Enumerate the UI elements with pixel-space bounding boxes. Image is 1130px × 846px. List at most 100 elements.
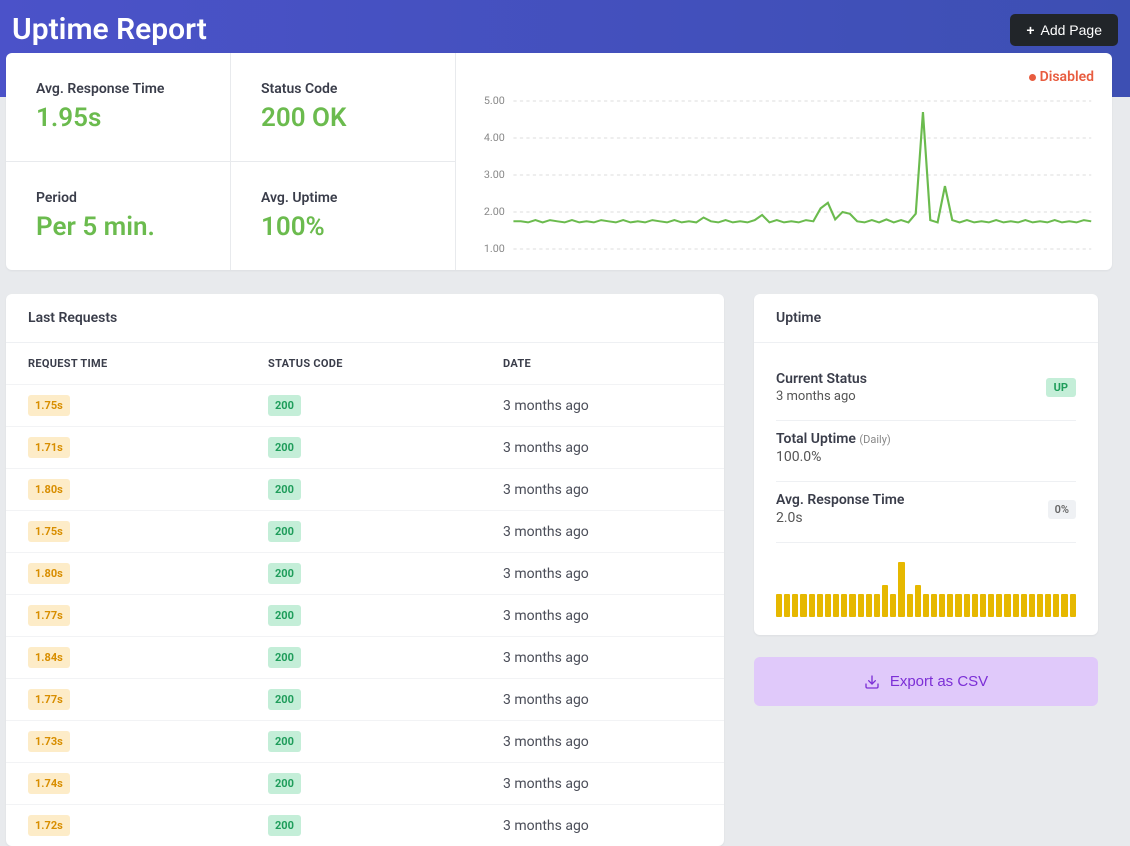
bar [898,562,904,617]
bar [809,594,815,617]
stat-label: Status Code [261,81,425,97]
plus-icon: + [1026,22,1034,38]
stat-value: 1.95s [36,103,200,133]
stat-value: Per 5 min. [36,212,200,242]
uptime-title: Uptime [754,294,1098,343]
table-row[interactable]: 1.84s 200 3 months ago [6,636,724,678]
bar [996,594,1002,617]
request-date: 3 months ago [503,650,702,666]
request-time-pill: 1.72s [28,815,70,836]
bar [874,594,880,617]
bar [923,594,929,617]
status-code-pill: 200 [268,521,301,542]
stat-value: 100% [261,212,425,242]
request-time-pill: 1.74s [28,773,70,794]
stat-label: Avg. Response Time [36,81,200,97]
export-label: Export as CSV [890,673,988,690]
bar [776,594,782,617]
request-date: 3 months ago [503,566,702,582]
bar [947,594,953,617]
table-row[interactable]: 1.72s2003 months ago [6,804,724,846]
uptime-current-status: Current Status 3 months ago UP [776,361,1076,421]
request-time-pill: 1.80s [28,563,70,584]
status-code-pill: 200 [268,647,301,668]
request-time-pill: 1.73s [28,731,70,752]
stats-grid: Avg. Response Time 1.95s Status Code 200… [6,53,456,270]
current-status-sub: 3 months ago [776,389,867,404]
right-column: Uptime Current Status 3 months ago UP To… [754,294,1098,846]
bar [800,594,806,617]
table-body: 1.75s2003 months ago 1.71s 200 3 months ago… [6,384,724,846]
bar [1037,594,1043,617]
table-row[interactable]: 1.73s 200 3 months ago [6,720,724,762]
status-code-pill: 200 [268,773,301,794]
table-header: REQUEST TIME STATUS CODE DATE [6,343,724,384]
export-csv-button[interactable]: Export as CSV [754,657,1098,706]
request-time-pill: 1.77s [28,689,70,710]
uptime-body: Current Status 3 months ago UP Total Upt… [754,343,1098,635]
bar [1053,594,1059,617]
bar [972,594,978,617]
avg-response-value: 2.0s [776,510,904,526]
status-code-pill: 200 [268,731,301,752]
request-time-pill: 1.71s [28,437,70,458]
request-date: 3 months ago [503,482,702,498]
bar [955,594,961,617]
request-date: 3 months ago [503,734,702,750]
stat-avg-response: Avg. Response Time 1.95s [6,53,231,162]
add-page-button[interactable]: + Add Page [1010,14,1118,46]
bar [1061,594,1067,617]
bar [833,594,839,617]
total-uptime-label: Total Uptime (Daily) [776,431,891,447]
uptime-avg-response: Avg. Response Time 2.0s 0% [776,482,1076,543]
total-uptime-value: 100.0% [776,449,891,465]
bar [866,594,872,617]
table-row[interactable]: 1.77s2003 months ago [6,678,724,720]
bar [1029,594,1035,617]
stat-label: Avg. Uptime [261,190,425,206]
svg-text:5.00: 5.00 [484,95,505,107]
request-date: 3 months ago [503,608,702,624]
request-date: 3 months ago [503,776,702,792]
bar [1004,594,1010,617]
stat-period: Period Per 5 min. [6,162,231,270]
bar [988,594,994,617]
bar [915,585,921,617]
bar [825,594,831,617]
bar [980,594,986,617]
request-time-pill: 1.84s [28,647,70,668]
last-requests-card: Last Requests REQUEST TIME STATUS CODE D… [6,294,724,846]
status-code-pill: 200 [268,605,301,626]
uptime-total: Total Uptime (Daily) 100.0% [776,421,1076,482]
bar [1070,594,1076,617]
request-date: 3 months ago [503,692,702,708]
uptime-card: Uptime Current Status 3 months ago UP To… [754,294,1098,635]
disabled-label: Disabled [1040,69,1094,85]
table-row[interactable]: 1.77s 200 3 months ago [6,594,724,636]
status-code-pill: 200 [268,437,301,458]
bar [784,594,790,617]
up-badge: UP [1046,378,1076,397]
svg-text:2.00: 2.00 [484,205,505,218]
request-time-pill: 1.77s [28,605,70,626]
stat-status-code: Status Code 200 OK [231,53,456,162]
table-row[interactable]: 1.74s 200 3 months ago [6,762,724,804]
bar [817,594,823,617]
status-code-pill: 200 [268,395,301,416]
table-row[interactable]: 1.80s2003 months ago [6,552,724,594]
bar [907,594,913,617]
line-chart: 5.004.003.002.001.00 [466,95,1102,255]
bar [931,594,937,617]
total-uptime-suffix: (Daily) [859,433,890,446]
table-row[interactable]: 1.75s2003 months ago [6,384,724,426]
table-row[interactable]: 1.80s2003 months ago [6,468,724,510]
status-code-pill: 200 [268,479,301,500]
bar [1045,594,1051,617]
last-requests-title: Last Requests [6,294,724,343]
uptime-bar-chart [776,557,1076,617]
request-date: 3 months ago [503,818,702,834]
table-row[interactable]: 1.75s2003 months ago [6,510,724,552]
bar [939,594,945,617]
bar [1021,594,1027,617]
table-row[interactable]: 1.71s2003 months ago [6,426,724,468]
